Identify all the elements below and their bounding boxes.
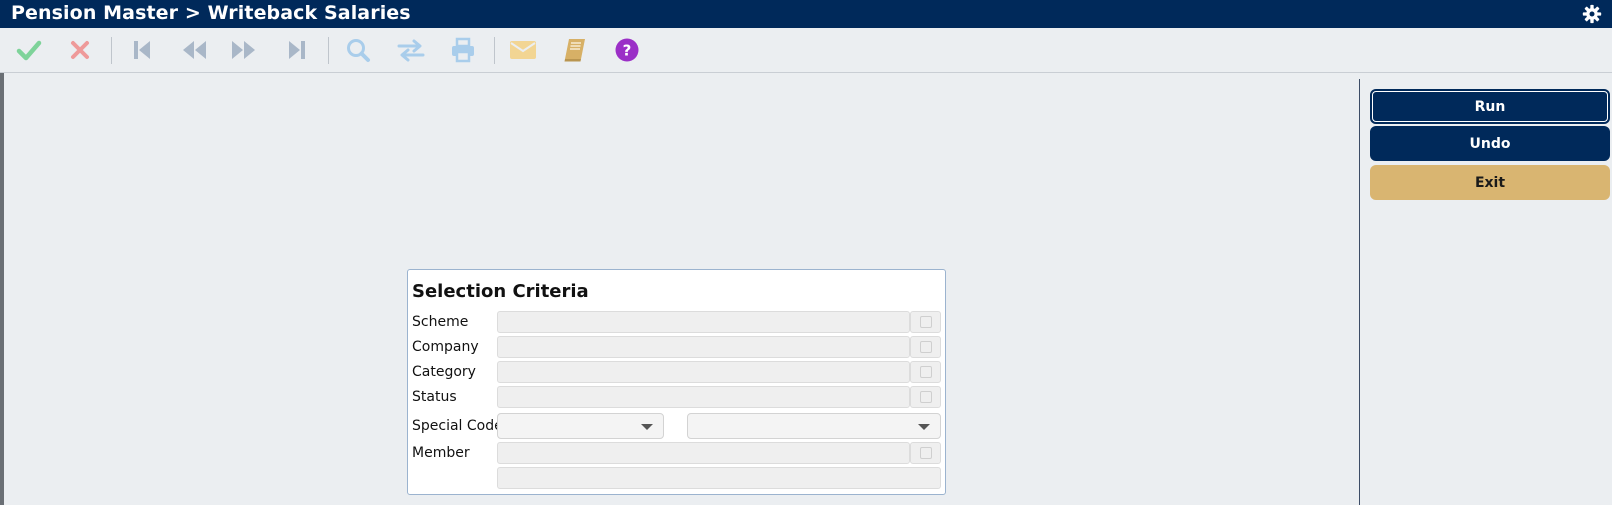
gear-icon[interactable] xyxy=(1582,4,1602,24)
category-lookup-button[interactable] xyxy=(910,361,941,383)
member-name-row xyxy=(408,467,947,492)
print-icon xyxy=(452,37,474,63)
help-icon: ? xyxy=(615,38,639,62)
scheme-row: Scheme xyxy=(408,311,947,336)
company-input[interactable] xyxy=(497,336,910,358)
status-row: Status xyxy=(408,386,947,411)
scheme-label: Scheme xyxy=(412,314,469,330)
status-lookup-button[interactable] xyxy=(910,386,941,408)
accept-button[interactable] xyxy=(9,28,49,72)
print-button[interactable] xyxy=(443,28,483,72)
member-input[interactable] xyxy=(497,442,910,464)
member-row: Member xyxy=(408,442,947,467)
toolbar-separator xyxy=(328,37,329,64)
special-code-label: Special Code xyxy=(412,418,503,434)
lookup-icon xyxy=(919,447,932,459)
special-code-select-1[interactable] xyxy=(497,413,664,439)
last-record-icon xyxy=(289,41,305,59)
first-record-icon xyxy=(134,41,150,59)
panel-title: Selection Criteria xyxy=(412,281,589,302)
member-lookup-button[interactable] xyxy=(910,442,941,464)
chevron-down-icon xyxy=(641,424,653,430)
close-icon xyxy=(71,41,89,59)
member-label: Member xyxy=(412,445,470,461)
exit-button[interactable]: Exit xyxy=(1370,165,1610,200)
lookup-icon xyxy=(919,391,932,403)
window-title: Pension Master > Writeback Salaries xyxy=(11,2,411,24)
next-record-button[interactable] xyxy=(224,28,264,72)
toolbar-separator xyxy=(494,37,495,64)
search-icon xyxy=(347,39,370,62)
toolbar: ? xyxy=(0,28,1612,73)
special-code-select-2[interactable] xyxy=(687,413,941,439)
mail-icon xyxy=(510,41,536,59)
lookup-icon xyxy=(919,316,932,328)
company-row: Company xyxy=(408,336,947,361)
cancel-button[interactable] xyxy=(60,28,100,72)
notebook-icon xyxy=(564,39,585,62)
status-input[interactable] xyxy=(497,386,910,408)
help-button[interactable]: ? xyxy=(607,28,647,72)
run-button[interactable]: Run xyxy=(1370,89,1610,124)
mail-button[interactable] xyxy=(503,28,543,72)
swap-button[interactable] xyxy=(391,28,431,72)
first-record-button[interactable] xyxy=(122,28,162,72)
chevron-down-icon xyxy=(918,424,930,430)
last-record-button[interactable] xyxy=(277,28,317,72)
category-input[interactable] xyxy=(497,361,910,383)
scheme-lookup-button[interactable] xyxy=(910,311,941,333)
swap-icon xyxy=(397,39,425,62)
next-record-icon xyxy=(232,41,255,59)
scheme-input[interactable] xyxy=(497,311,910,333)
status-label: Status xyxy=(412,389,457,405)
category-label: Category xyxy=(412,364,476,380)
toolbar-separator xyxy=(111,37,112,64)
notebook-button[interactable] xyxy=(555,28,595,72)
lookup-icon xyxy=(919,341,932,353)
company-lookup-button[interactable] xyxy=(910,336,941,358)
undo-button[interactable]: Undo xyxy=(1370,126,1610,161)
previous-record-button[interactable] xyxy=(174,28,214,72)
special-code-row: Special Code xyxy=(408,412,947,441)
previous-record-icon xyxy=(183,41,206,59)
action-panel: Run Undo Exit xyxy=(1359,79,1612,505)
member-name-field xyxy=(497,467,941,489)
lookup-icon xyxy=(919,366,932,378)
check-icon xyxy=(16,40,42,61)
left-edge-bar xyxy=(0,73,4,505)
company-label: Company xyxy=(412,339,479,355)
svg-text:?: ? xyxy=(623,42,632,60)
category-row: Category xyxy=(408,361,947,386)
title-bar: Pension Master > Writeback Salaries xyxy=(0,0,1612,28)
search-button[interactable] xyxy=(338,28,378,72)
selection-criteria-panel: Selection Criteria Scheme Company Catego… xyxy=(407,269,946,495)
